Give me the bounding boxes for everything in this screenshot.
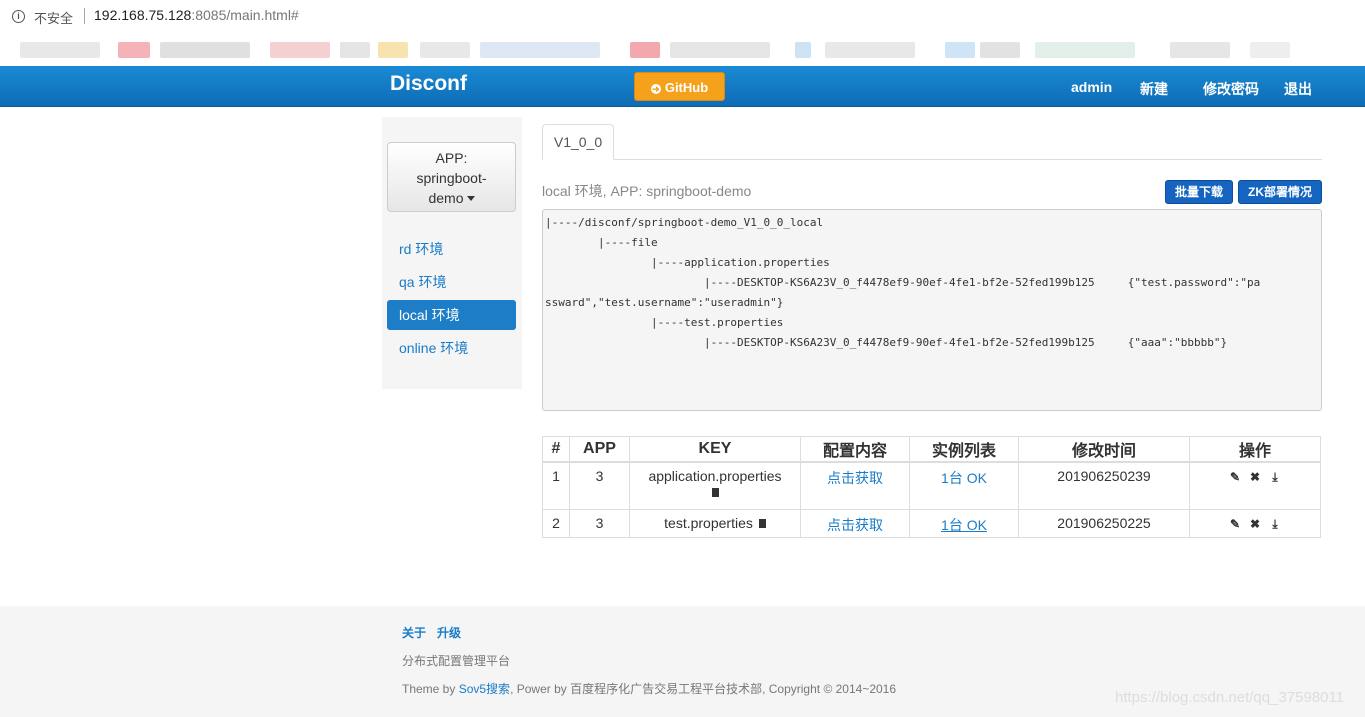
cell-instances: 1台 OK (909, 508, 1019, 538)
watermark: https://blog.csdn.net/qq_37598011 (1115, 689, 1345, 706)
tree-line: |----DESKTOP-KS6A23V_0_f4478ef9-90ef-4fe… (545, 276, 1261, 289)
bookmarks-bar (0, 34, 1365, 66)
env-title: local 环境, APP: springboot-demo (542, 183, 752, 199)
col-time: 修改时间 (1018, 436, 1190, 463)
key-text: test.properties (664, 514, 753, 531)
cell-time: 201906250225 (1018, 508, 1190, 538)
table-header-row: # APP KEY 配置内容 实例列表 修改时间 操作 (542, 436, 1321, 463)
col-app: APP (569, 436, 630, 463)
fetch-content-link[interactable]: 点击获取 (827, 470, 883, 486)
theme-link[interactable]: Sov5搜索 (459, 682, 510, 696)
url-divider (84, 8, 85, 24)
download-icon[interactable]: ⤓ (1269, 517, 1281, 532)
url-host: 192.168.75.128 (94, 7, 192, 23)
tree-line: ssward","test.username":"useradmin"} (545, 296, 784, 309)
instances-link[interactable]: 1台 OK (941, 517, 987, 533)
app-name-line2: demo (428, 190, 464, 206)
brand-logo[interactable]: Disconf (390, 72, 467, 96)
nav-logout[interactable]: 退出 (1284, 79, 1312, 99)
cell-content: 点击获取 (800, 461, 910, 510)
cell-num: 1 (542, 461, 570, 510)
tab-divider (542, 159, 1322, 160)
config-table: # APP KEY 配置内容 实例列表 修改时间 操作 1 3 applicat… (542, 436, 1321, 538)
key-text: application.properties (648, 468, 782, 484)
nav-new[interactable]: 新建 (1140, 79, 1168, 99)
github-arrow-icon: ➜ (650, 84, 661, 94)
cell-app: 3 (569, 508, 630, 538)
col-num: # (542, 436, 570, 463)
tree-line: |----/disconf/springboot-demo_V1_0_0_loc… (545, 216, 824, 229)
sidebar-item-local[interactable]: local 环境 (387, 300, 516, 330)
caret-down-icon (466, 196, 475, 201)
edit-icon[interactable]: ✎ (1229, 517, 1241, 531)
cell-content: 点击获取 (800, 508, 910, 538)
zk-tree-panel: |----/disconf/springboot-demo_V1_0_0_loc… (542, 209, 1322, 411)
app-name-line1: springboot- (416, 170, 487, 186)
sidebar-item-online[interactable]: online 环境 (387, 333, 516, 363)
footer-upgrade-link[interactable]: 升级 (437, 624, 461, 641)
col-key: KEY (629, 436, 801, 463)
tree-line: |----file (545, 236, 658, 249)
github-label: GitHub (664, 80, 709, 95)
col-actions: 操作 (1189, 436, 1321, 463)
delete-icon[interactable]: ✖ (1249, 517, 1261, 531)
cell-app: 3 (569, 461, 630, 510)
app-dropdown-button[interactable]: APP: springboot- demo (387, 142, 516, 212)
tree-line: |----application.properties (545, 256, 830, 269)
cell-instances: 1台 OK (909, 461, 1019, 510)
tree-line: |----test.properties (545, 316, 784, 329)
footer-about-link[interactable]: 关于 (402, 624, 426, 641)
delete-icon[interactable]: ✖ (1249, 470, 1261, 484)
cell-key: application.properties (629, 461, 801, 510)
url-field[interactable]: 192.168.75.128:8085/main.html# (94, 7, 299, 23)
batch-download-button[interactable]: 批量下载 (1165, 180, 1233, 204)
sidebar-item-rd[interactable]: rd 环境 (387, 234, 516, 264)
nav-user-admin[interactable]: admin (1071, 79, 1112, 95)
col-content: 配置内容 (800, 436, 910, 463)
col-instances: 实例列表 (909, 436, 1019, 463)
app-prefix: APP: (435, 150, 468, 166)
cell-actions: ✎ ✖ ⤓ (1189, 461, 1321, 510)
cell-key: test.properties (629, 508, 801, 538)
tab-version[interactable]: V1_0_0 (542, 124, 614, 160)
download-icon[interactable]: ⤓ (1269, 470, 1281, 485)
footer-description: 分布式配置管理平台 (402, 654, 511, 668)
cell-time: 201906250239 (1018, 461, 1190, 510)
footer-copyright: Theme by Sov5搜索, Power by 百度程序化广告交易工程平台技… (402, 680, 896, 697)
fetch-content-link[interactable]: 点击获取 (827, 517, 883, 533)
nav-change-password[interactable]: 修改密码 (1203, 79, 1259, 99)
instances-link[interactable]: 1台 OK (941, 470, 987, 486)
file-icon[interactable] (758, 518, 766, 528)
power-text: , Power by 百度程序化广告交易工程平台技术部, Copyright ©… (510, 682, 897, 696)
sidebar-item-qa[interactable]: qa 环境 (387, 267, 516, 297)
insecure-label: 不安全 (34, 11, 74, 26)
table-row: 1 3 application.properties 点击获取 1台 OK 20… (542, 461, 1321, 510)
theme-prefix: Theme by (402, 682, 459, 696)
cell-actions: ✎ ✖ ⤓ (1189, 508, 1321, 538)
edit-icon[interactable]: ✎ (1229, 470, 1241, 484)
cell-num: 2 (542, 508, 570, 538)
zk-status-button[interactable]: ZK部署情况 (1238, 180, 1322, 204)
url-path: :8085/main.html# (191, 7, 299, 23)
file-icon[interactable] (711, 488, 719, 497)
info-icon[interactable]: i (12, 10, 25, 23)
table-row: 2 3 test.properties 点击获取 1台 OK 201906250… (542, 508, 1321, 538)
tree-line: |----DESKTOP-KS6A23V_0_f4478ef9-90ef-4fe… (545, 336, 1228, 349)
github-button[interactable]: ➜ GitHub (634, 72, 725, 101)
